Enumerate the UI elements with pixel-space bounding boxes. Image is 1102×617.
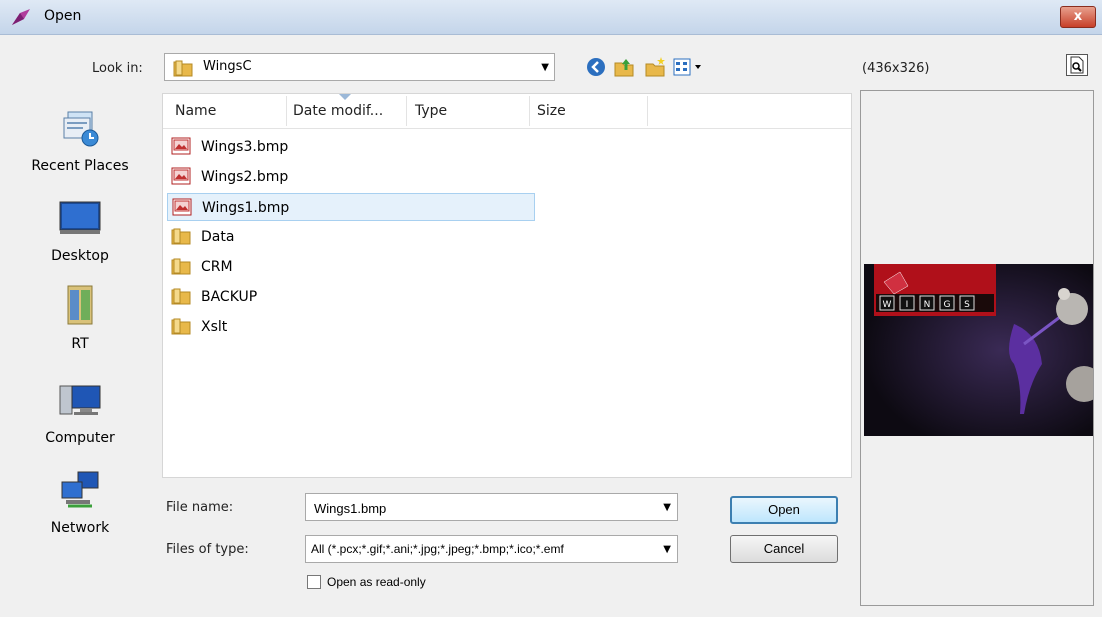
app-icon [12, 9, 30, 25]
place-recent-places[interactable]: Recent Places [18, 106, 142, 174]
desktop-icon [59, 201, 101, 234]
preview-toggle-button[interactable] [1066, 54, 1088, 76]
chevron-down-icon[interactable]: ▼ [659, 544, 671, 555]
column-size[interactable]: Size [537, 103, 566, 119]
page-magnifier-icon [1070, 56, 1084, 74]
up-folder-icon[interactable] [612, 55, 636, 79]
file-name-input[interactable] [312, 498, 646, 518]
sort-indicator-icon [339, 94, 351, 100]
chevron-down-icon[interactable]: ▼ [663, 502, 671, 513]
svg-text:I: I [906, 300, 909, 310]
place-label: Recent Places [31, 158, 129, 174]
image-dimensions: (436x326) [862, 61, 930, 76]
file-row-wings3[interactable]: Wings3.bmp [167, 133, 535, 161]
close-button[interactable]: x [1060, 6, 1096, 28]
place-label: RT [71, 336, 89, 352]
rt-folder-icon [67, 285, 93, 325]
cancel-button[interactable]: Cancel [730, 535, 838, 563]
close-icon: x [1073, 9, 1083, 24]
wings-preview-image: W I N G S [864, 264, 1093, 436]
places-bar: Recent Places Desktop RT Computer Networ… [18, 92, 142, 612]
preview-pane: W I N G S [860, 90, 1094, 606]
folder-icon [171, 228, 191, 245]
place-computer[interactable]: Computer [18, 382, 142, 446]
folder-row-data[interactable]: Data [167, 223, 535, 251]
folder-icon [173, 60, 193, 77]
folder-icon [171, 288, 191, 305]
computer-icon [59, 385, 101, 415]
open-button[interactable]: Open [730, 496, 838, 524]
network-icon [61, 471, 99, 508]
svg-text:G: G [944, 300, 951, 310]
recent-places-icon [63, 111, 99, 147]
file-row-wings2[interactable]: Wings2.bmp [167, 163, 535, 191]
place-label: Network [50, 520, 110, 536]
read-only-label[interactable]: Open as read-only [327, 575, 426, 589]
file-name: Wings2.bmp [201, 169, 289, 185]
place-rt[interactable]: RT [18, 282, 142, 352]
folder-icon [171, 318, 191, 335]
look-in-combo[interactable]: WingsC ▼ [164, 53, 555, 81]
svg-text:S: S [964, 300, 970, 310]
file-list[interactable]: Name Date modif... Type Size Wings3.bmp … [162, 93, 852, 478]
place-desktop[interactable]: Desktop [18, 196, 142, 264]
file-type-label: Files of type: [166, 542, 249, 557]
chevron-down-icon[interactable]: ▼ [541, 62, 549, 73]
file-name: Xslt [201, 319, 228, 335]
file-name: Wings1.bmp [202, 200, 290, 216]
file-row-wings1[interactable]: Wings1.bmp [167, 193, 535, 221]
file-name: CRM [201, 259, 233, 275]
file-name-label: File name: [166, 500, 234, 515]
svg-text:N: N [924, 300, 931, 310]
look-in-label: Look in: [92, 61, 143, 76]
column-type[interactable]: Type [415, 103, 447, 119]
view-menu-icon[interactable] [672, 55, 706, 79]
file-name: Data [201, 229, 235, 245]
read-only-checkbox[interactable] [307, 575, 321, 589]
new-folder-icon[interactable] [643, 55, 667, 79]
file-name: BACKUP [201, 289, 258, 305]
window-title: Open [44, 8, 82, 24]
wings-banner-letters: W I N G S [879, 295, 975, 311]
bitmap-file-icon [171, 137, 191, 155]
place-label: Desktop [51, 248, 109, 264]
folder-row-crm[interactable]: CRM [167, 253, 535, 281]
file-type-value: All (*.pcx;*.gif;*.ani;*.jpg;*.jpeg;*.bm… [311, 542, 564, 556]
place-network[interactable]: Network [18, 470, 142, 536]
look-in-value: WingsC [203, 59, 252, 74]
svg-text:W: W [883, 300, 892, 310]
bitmap-file-icon [172, 198, 192, 216]
file-name-combo[interactable]: ▼ [305, 493, 678, 521]
file-name: Wings3.bmp [201, 139, 289, 155]
column-date-modified[interactable]: Date modif... [293, 103, 383, 119]
back-icon[interactable] [584, 55, 608, 79]
place-label: Computer [45, 430, 115, 446]
folder-icon [171, 258, 191, 275]
folder-row-backup[interactable]: BACKUP [167, 283, 535, 311]
title-bar: Open x [0, 0, 1102, 35]
column-name[interactable]: Name [175, 103, 216, 119]
column-header-row: Name Date modif... Type Size [163, 94, 851, 129]
folder-row-xslt[interactable]: Xslt [167, 313, 535, 341]
image-preview: W I N G S [864, 264, 1093, 436]
file-type-select[interactable]: All (*.pcx;*.gif;*.ani;*.jpg;*.jpeg;*.bm… [305, 535, 678, 563]
bitmap-file-icon [171, 167, 191, 185]
